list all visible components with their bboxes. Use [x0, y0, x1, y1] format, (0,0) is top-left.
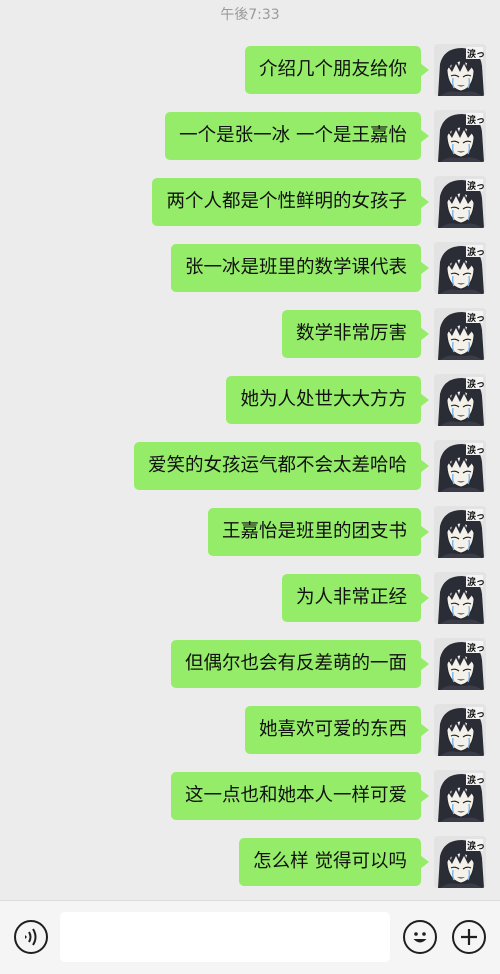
avatar-label: 涙っ	[467, 114, 485, 126]
avatar-label: 涙っ	[467, 312, 485, 324]
voice-button[interactable]	[14, 920, 48, 954]
message-bubble[interactable]: 她为人处世大大方方	[226, 376, 429, 424]
message-bubble[interactable]: 为人非常正经	[281, 574, 430, 622]
message-bubble[interactable]: 介绍几个朋友给你	[244, 46, 430, 94]
message-bubble[interactable]: 爱笑的女孩运气都不会太差哈哈	[133, 442, 430, 490]
avatar-label: 涙っ	[467, 510, 485, 522]
message-row: 为人非常正经 涙っ	[0, 572, 500, 624]
avatar-image: 涙っ	[434, 770, 486, 822]
chat-area[interactable]: 午後7:33 介绍几个朋友给你 涙っ 一个是张一冰 一个是王嘉怡 涙っ 两个人都是个性鲜…	[0, 0, 500, 900]
avatar[interactable]: 涙っ	[434, 44, 486, 96]
message-input[interactable]	[60, 912, 390, 962]
voice-icon	[25, 928, 37, 946]
emoji-button[interactable]	[403, 920, 437, 954]
avatar[interactable]: 涙っ	[434, 770, 486, 822]
avatar[interactable]: 涙っ	[434, 506, 486, 558]
message-bubble[interactable]: 张一冰是班里的数学课代表	[170, 244, 430, 292]
add-attachment-button[interactable]	[452, 920, 486, 954]
input-bar	[0, 900, 500, 974]
avatar[interactable]: 涙っ	[434, 572, 486, 624]
message-row: 张一冰是班里的数学课代表 涙っ	[0, 242, 500, 294]
avatar-image: 涙っ	[434, 440, 486, 492]
message-row: 王嘉怡是班里的团支书 涙っ	[0, 506, 500, 558]
avatar-label: 涙っ	[467, 48, 485, 60]
avatar-label: 涙っ	[467, 708, 485, 720]
avatar[interactable]: 涙っ	[434, 374, 486, 426]
message-bubble[interactable]: 她喜欢可爱的东西	[244, 706, 430, 754]
message-row: 她喜欢可爱的东西 涙っ	[0, 704, 500, 756]
message-bubble[interactable]: 王嘉怡是班里的团支书	[207, 508, 430, 556]
avatar-image: 涙っ	[434, 836, 486, 888]
message-bubble[interactable]: 这一点也和她本人一样可爱	[170, 772, 430, 820]
avatar-label: 涙っ	[467, 444, 485, 456]
avatar-label: 涙っ	[467, 180, 485, 192]
avatar-image: 涙っ	[434, 308, 486, 360]
message-row: 这一点也和她本人一样可爱 涙っ	[0, 770, 500, 822]
plus-icon	[461, 929, 477, 945]
avatar-label: 涙っ	[467, 378, 485, 390]
message-bubble[interactable]: 两个人都是个性鲜明的女孩子	[152, 178, 429, 226]
avatar-image: 涙っ	[434, 44, 486, 96]
avatar-image: 涙っ	[434, 638, 486, 690]
avatar-image: 涙っ	[434, 704, 486, 756]
avatar-label: 涙っ	[467, 840, 485, 852]
message-row: 介绍几个朋友给你 涙っ	[0, 44, 500, 96]
avatar[interactable]: 涙っ	[434, 704, 486, 756]
message-row: 两个人都是个性鲜明的女孩子 涙っ	[0, 176, 500, 228]
avatar-label: 涙っ	[467, 642, 485, 654]
message-bubble[interactable]: 一个是张一冰 一个是王嘉怡	[165, 112, 429, 160]
avatar-image: 涙っ	[434, 572, 486, 624]
message-row: 一个是张一冰 一个是王嘉怡 涙っ	[0, 110, 500, 162]
avatar[interactable]: 涙っ	[434, 440, 486, 492]
message-row: 爱笑的女孩运气都不会太差哈哈 涙っ	[0, 440, 500, 492]
message-timestamp: 午後7:33	[220, 7, 280, 23]
avatar[interactable]: 涙っ	[434, 836, 486, 888]
avatar-image: 涙っ	[434, 506, 486, 558]
message-row: 数学非常厉害 涙っ	[0, 308, 500, 360]
message-bubble[interactable]: 数学非常厉害	[281, 310, 430, 358]
avatar[interactable]: 涙っ	[434, 242, 486, 294]
avatar-image: 涙っ	[434, 176, 486, 228]
avatar-image: 涙っ	[434, 110, 486, 162]
avatar-image: 涙っ	[434, 242, 486, 294]
avatar-label: 涙っ	[467, 774, 485, 786]
emoji-icon	[413, 932, 427, 943]
avatar[interactable]: 涙っ	[434, 308, 486, 360]
message-bubble[interactable]: 怎么样 觉得可以吗	[239, 838, 429, 886]
avatar[interactable]: 涙っ	[434, 110, 486, 162]
message-bubble[interactable]: 但偶尔也会有反差萌的一面	[170, 640, 430, 688]
message-row: 但偶尔也会有反差萌的一面 涙っ	[0, 638, 500, 690]
avatar[interactable]: 涙っ	[434, 176, 486, 228]
avatar-image: 涙っ	[434, 374, 486, 426]
avatar-label: 涙っ	[467, 246, 485, 258]
message-row: 她为人处世大大方方 涙っ	[0, 374, 500, 426]
message-row: 怎么样 觉得可以吗 涙っ	[0, 836, 500, 888]
avatar-label: 涙っ	[467, 576, 485, 588]
avatar[interactable]: 涙っ	[434, 638, 486, 690]
